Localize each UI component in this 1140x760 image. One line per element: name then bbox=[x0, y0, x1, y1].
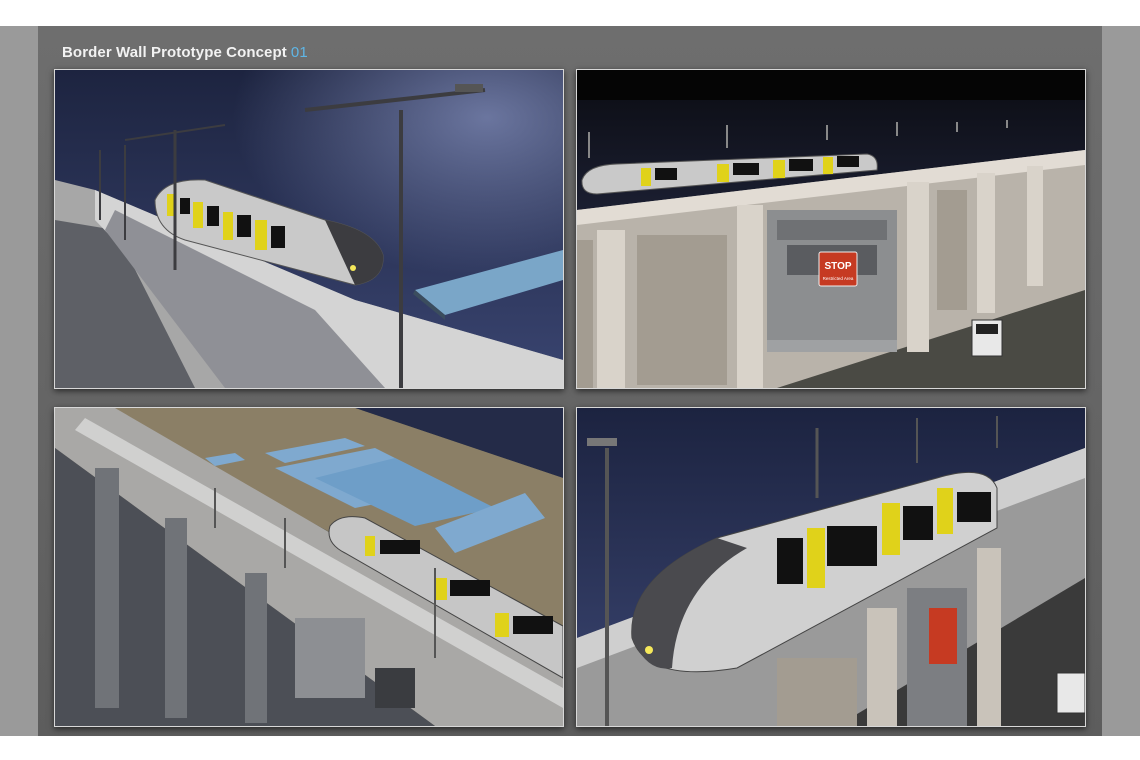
title-number: 01 bbox=[290, 44, 308, 61]
render-panel-1 bbox=[54, 69, 564, 389]
monorail-top-view-image bbox=[55, 70, 563, 388]
render-panel-4 bbox=[576, 407, 1086, 727]
aerial-solar-view-image bbox=[55, 408, 563, 726]
stop-sign-text: STOP bbox=[824, 261, 851, 272]
monorail-closeup-image bbox=[577, 408, 1085, 726]
wall-side-view-image: STOP Restricted Area bbox=[577, 70, 1085, 388]
page-title: Border Wall Prototype Concept 01 bbox=[62, 44, 308, 61]
presentation-board: Border Wall Prototype Concept 01 STOP Re… bbox=[38, 26, 1102, 736]
render-panel-3 bbox=[54, 407, 564, 727]
restricted-area-text: Restricted Area bbox=[823, 276, 854, 281]
title-text: Border Wall Prototype Concept bbox=[62, 44, 287, 61]
render-panel-2: STOP Restricted Area bbox=[576, 69, 1086, 389]
